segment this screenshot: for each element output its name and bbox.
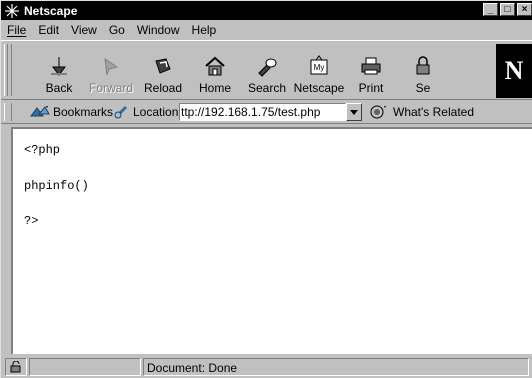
- location-label-group: Location:: [113, 104, 182, 120]
- my-netscape-icon: My: [310, 55, 328, 75]
- search-label: Search: [247, 81, 287, 95]
- security-button[interactable]: Se: [397, 43, 449, 97]
- forward-button[interactable]: Forward: [85, 43, 137, 97]
- browser-window: Netscape _ □ × File Edit View Go Window …: [0, 0, 532, 378]
- chevron-down-icon: [350, 109, 358, 115]
- search-flashlight-icon: [258, 58, 277, 77]
- status-bar: Document: Done: [1, 356, 532, 378]
- bookmarks-label: Bookmarks: [53, 105, 114, 119]
- menu-help[interactable]: Help: [186, 23, 223, 37]
- location-page-icon[interactable]: [113, 104, 129, 120]
- security-lock-icon[interactable]: [5, 358, 27, 376]
- status-progress-field: [29, 358, 141, 376]
- back-label: Back: [45, 81, 73, 95]
- maximize-button[interactable]: □: [500, 3, 515, 16]
- svg-text:My: My: [314, 63, 325, 72]
- reload-icon: [155, 58, 171, 74]
- code-line: ?>: [24, 214, 39, 228]
- menu-bar: File Edit View Go Window Help: [1, 21, 532, 39]
- home-icon: [205, 56, 225, 76]
- printer-icon: [361, 57, 381, 75]
- page-content[interactable]: <?php phpinfo() ?>: [11, 127, 532, 354]
- location-toolbar-grip[interactable]: [4, 103, 12, 121]
- menu-window[interactable]: Window: [131, 23, 186, 37]
- security-label: Se: [415, 81, 431, 95]
- title-bar[interactable]: Netscape _ □ ×: [1, 1, 532, 20]
- forward-label: Forward: [88, 81, 133, 95]
- whats-related-button[interactable]: What's Related: [369, 104, 474, 120]
- home-button[interactable]: Home: [189, 43, 241, 97]
- navigation-buttons: Back Forward Reload Home Search My Netsc…: [33, 43, 449, 97]
- home-label: Home: [198, 81, 231, 95]
- netscape-app-icon: [5, 3, 19, 18]
- forward-arrow-icon: [104, 57, 119, 76]
- reload-button[interactable]: Reload: [137, 43, 189, 97]
- netscape-logo-letter: N: [504, 56, 524, 85]
- location-toolbar: Bookmarks Location: ttp://192.168.1.75/t…: [1, 101, 532, 124]
- minimize-button[interactable]: _: [483, 3, 498, 16]
- navigation-toolbar: Back Forward Reload Home Search My Netsc…: [1, 40, 532, 100]
- bookmarks-button[interactable]: Bookmarks: [29, 104, 113, 120]
- close-button[interactable]: ×: [517, 3, 532, 16]
- menu-view[interactable]: View: [65, 23, 103, 37]
- print-label: Print: [358, 81, 384, 95]
- menu-go[interactable]: Go: [103, 23, 131, 37]
- my-netscape-label: Netscape: [293, 81, 345, 95]
- print-button[interactable]: Print: [345, 43, 397, 97]
- back-arrow-icon: [51, 57, 67, 76]
- code-line: phpinfo(): [24, 179, 89, 193]
- my-netscape-button[interactable]: My Netscape: [293, 43, 345, 97]
- window-title: Netscape: [24, 3, 78, 18]
- status-text: Document: Done: [147, 361, 238, 375]
- reload-label: Reload: [143, 81, 183, 95]
- back-button[interactable]: Back: [33, 43, 85, 97]
- url-input[interactable]: ttp://192.168.1.75/test.php: [179, 103, 346, 121]
- window-controls: _ □ ×: [483, 3, 532, 16]
- whats-related-label: What's Related: [393, 105, 474, 119]
- toolbar-grip[interactable]: [4, 44, 12, 96]
- menu-edit[interactable]: Edit: [32, 23, 65, 37]
- netscape-logo[interactable]: N: [496, 44, 532, 98]
- whats-related-icon: [370, 105, 386, 119]
- url-history-dropdown[interactable]: [346, 103, 362, 121]
- search-button[interactable]: Search: [241, 43, 293, 97]
- location-label: Location:: [133, 105, 182, 119]
- bookmarks-icon: [30, 106, 50, 117]
- security-icon: [416, 56, 430, 75]
- menu-file[interactable]: File: [1, 23, 32, 37]
- code-line: <?php: [24, 143, 61, 157]
